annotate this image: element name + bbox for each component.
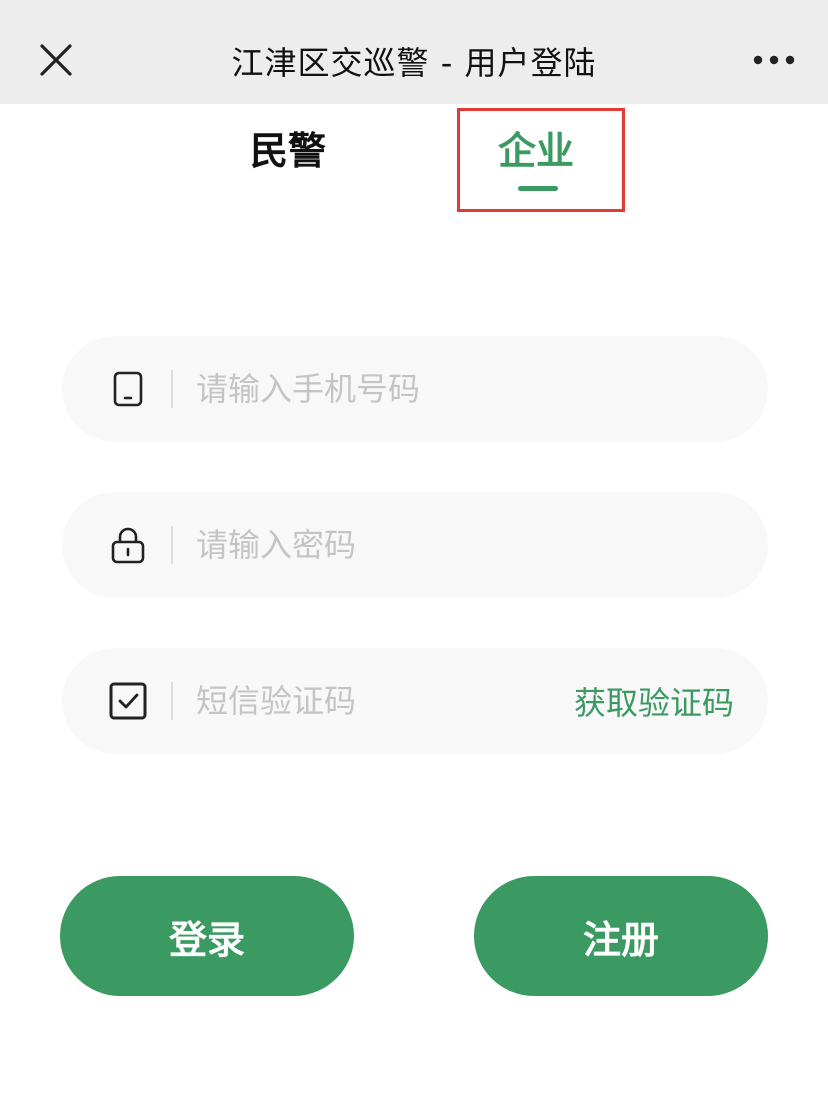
tab-police[interactable]: 民警 xyxy=(250,120,326,175)
phone-icon xyxy=(113,371,143,407)
more-button[interactable] xyxy=(750,44,798,76)
login-page: 江津区交巡警 - 用户登陆 民警 企业 请输入手机号码 短信验证码 获取验证码 … xyxy=(0,0,828,1111)
page-title: 江津区交巡警 - 用户登陆 xyxy=(231,44,597,82)
checkbox-icon xyxy=(109,682,147,720)
top-bar: 江津区交巡警 - 用户登陆 xyxy=(0,0,828,104)
sms-code-input[interactable] xyxy=(196,672,536,730)
field-divider xyxy=(171,682,173,720)
register-button[interactable]: 注册 xyxy=(474,876,768,996)
password-input[interactable] xyxy=(196,516,716,574)
phone-input[interactable] xyxy=(196,360,716,418)
phone-field xyxy=(62,336,768,442)
lock-icon xyxy=(111,527,145,564)
get-code-button[interactable]: 获取验证码 xyxy=(574,678,734,724)
login-button[interactable]: 登录 xyxy=(60,876,354,996)
password-field xyxy=(62,492,768,598)
more-icon xyxy=(753,55,795,65)
field-divider xyxy=(171,370,173,408)
field-divider xyxy=(171,526,173,564)
sms-code-field: 获取验证码 xyxy=(62,648,768,754)
highlight-annotation-box xyxy=(457,108,625,212)
